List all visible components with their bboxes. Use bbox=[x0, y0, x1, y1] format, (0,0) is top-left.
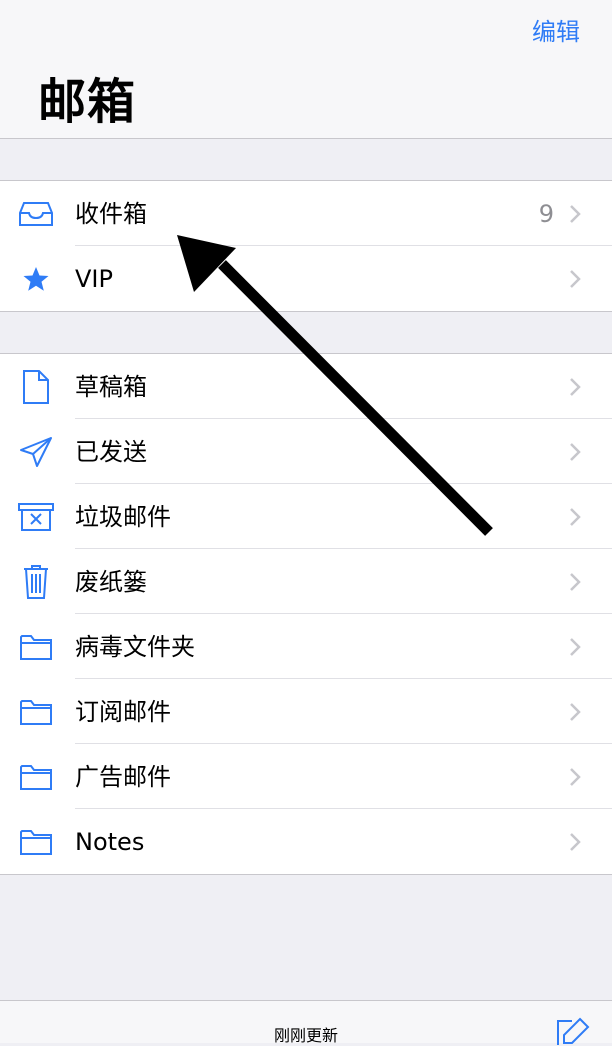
mailbox-row-inbox[interactable]: 收件箱 9 bbox=[0, 181, 612, 246]
chevron-right-icon bbox=[570, 768, 581, 786]
mailbox-label: Notes bbox=[75, 828, 145, 856]
folder-icon bbox=[16, 627, 56, 667]
mailbox-label: 废纸篓 bbox=[75, 568, 147, 596]
chevron-right-icon bbox=[570, 833, 581, 851]
mailbox-row-junk[interactable]: 垃圾邮件 bbox=[0, 484, 612, 549]
chevron-right-icon bbox=[570, 205, 581, 223]
mailbox-label: 已发送 bbox=[75, 438, 147, 466]
mailbox-row-virus-folder[interactable]: 病毒文件夹 bbox=[0, 614, 612, 679]
trash-can-icon bbox=[16, 562, 56, 602]
mailbox-row-trash[interactable]: 废纸篓 bbox=[0, 549, 612, 614]
update-status: 刚刚更新 bbox=[273, 1026, 338, 1045]
mailbox-label: 订阅邮件 bbox=[75, 698, 171, 726]
star-icon bbox=[16, 259, 56, 299]
chevron-right-icon bbox=[570, 270, 581, 288]
mailbox-row-sent[interactable]: 已发送 bbox=[0, 419, 612, 484]
chevron-right-icon bbox=[570, 573, 581, 591]
folder-icon bbox=[16, 692, 56, 732]
paper-plane-icon bbox=[16, 432, 56, 472]
mailbox-group-primary: 收件箱 9 VIP bbox=[0, 180, 612, 312]
mailbox-row-ads[interactable]: 广告邮件 bbox=[0, 744, 612, 809]
mailbox-group-folders: 草稿箱 已发送 垃圾邮件 废纸篓 病毒文件夹 订阅邮件 广告邮件 Notes bbox=[0, 353, 612, 875]
page-title: 邮箱 bbox=[38, 74, 137, 130]
mailbox-row-notes[interactable]: Notes bbox=[0, 809, 612, 874]
mailbox-label: 草稿箱 bbox=[75, 373, 147, 401]
unread-count: 9 bbox=[538, 200, 554, 228]
chevron-right-icon bbox=[570, 443, 581, 461]
chevron-right-icon bbox=[570, 378, 581, 396]
chevron-right-icon bbox=[570, 638, 581, 656]
mailbox-label: 广告邮件 bbox=[75, 763, 171, 791]
mailbox-row-subscriptions[interactable]: 订阅邮件 bbox=[0, 679, 612, 744]
bottom-toolbar: 刚刚更新 bbox=[0, 1000, 612, 1045]
document-icon bbox=[16, 367, 56, 407]
mailbox-label: 收件箱 bbox=[75, 200, 147, 228]
folder-icon bbox=[16, 822, 56, 862]
junk-box-icon bbox=[16, 497, 56, 537]
folder-icon bbox=[16, 757, 56, 797]
mailbox-label: VIP bbox=[75, 265, 113, 293]
chevron-right-icon bbox=[570, 703, 581, 721]
inbox-tray-icon bbox=[16, 194, 56, 234]
edit-button[interactable]: 编辑 bbox=[532, 12, 580, 47]
chevron-right-icon bbox=[570, 508, 581, 526]
compose-icon[interactable] bbox=[552, 1015, 592, 1045]
mailbox-label: 病毒文件夹 bbox=[75, 633, 195, 661]
navigation-bar: 编辑 邮箱 bbox=[0, 0, 612, 139]
mailbox-row-drafts[interactable]: 草稿箱 bbox=[0, 354, 612, 419]
mailbox-label: 垃圾邮件 bbox=[75, 503, 171, 531]
mailbox-row-vip[interactable]: VIP bbox=[0, 246, 612, 311]
